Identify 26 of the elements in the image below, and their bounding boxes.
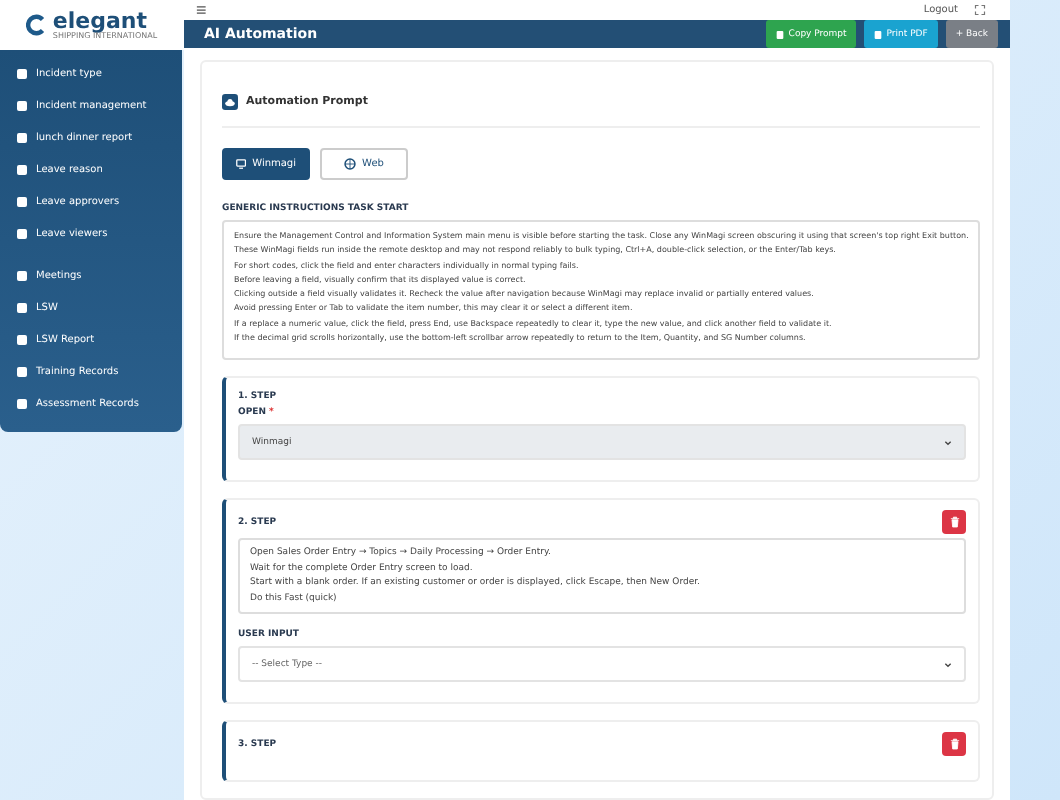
cloud-icon <box>222 94 238 110</box>
square-icon <box>16 398 28 410</box>
menu-button[interactable]: ≡ <box>196 0 207 20</box>
square-icon <box>16 228 28 240</box>
chevron-down-icon <box>944 439 952 445</box>
clipboard-icon <box>776 29 785 39</box>
delete-button[interactable] <box>942 510 966 534</box>
square-icon <box>16 270 28 282</box>
square-icon <box>16 164 28 176</box>
chevron-down-icon <box>944 661 952 667</box>
delete-button[interactable] <box>942 732 966 756</box>
globe-icon <box>344 158 357 170</box>
square-icon <box>16 132 28 144</box>
square-icon <box>16 366 28 378</box>
fullscreen-icon[interactable] <box>974 4 986 16</box>
logo-icon <box>26 14 49 36</box>
square-icon <box>16 100 28 112</box>
document-icon <box>874 29 883 39</box>
square-icon <box>16 302 28 314</box>
trash-icon <box>949 516 959 528</box>
logo-name: elegant <box>52 10 147 32</box>
square-icon <box>16 334 28 346</box>
square-icon <box>16 196 28 208</box>
trash-icon <box>949 738 959 750</box>
square-icon <box>16 68 28 80</box>
monitor-icon <box>236 158 247 170</box>
